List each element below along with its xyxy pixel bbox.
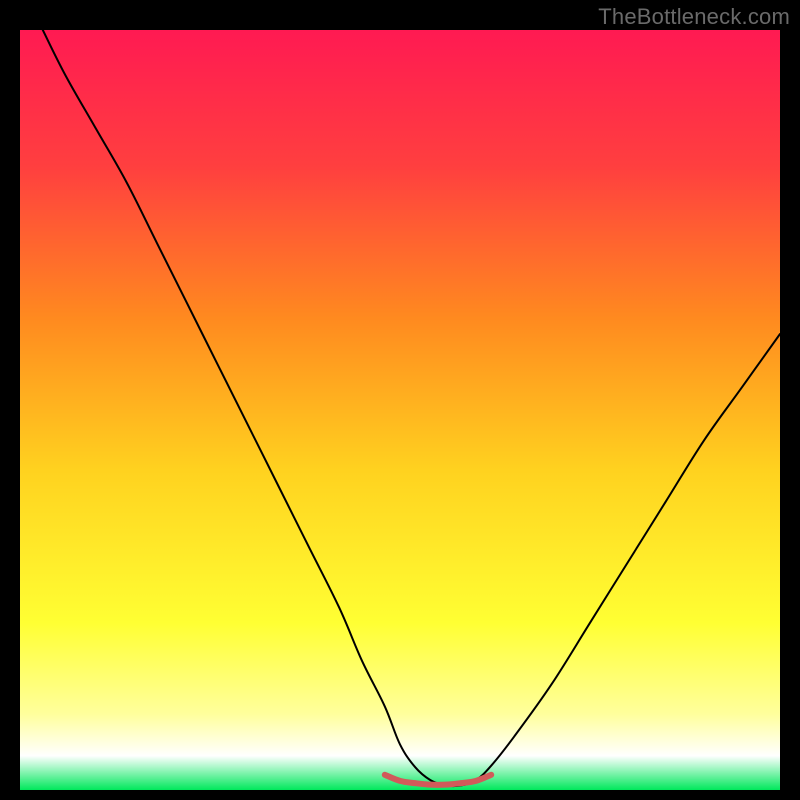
watermark-text: TheBottleneck.com	[598, 4, 790, 30]
plot-area	[20, 30, 780, 790]
gradient-background	[20, 30, 780, 790]
bottleneck-chart	[20, 30, 780, 790]
chart-frame: TheBottleneck.com	[0, 0, 800, 800]
